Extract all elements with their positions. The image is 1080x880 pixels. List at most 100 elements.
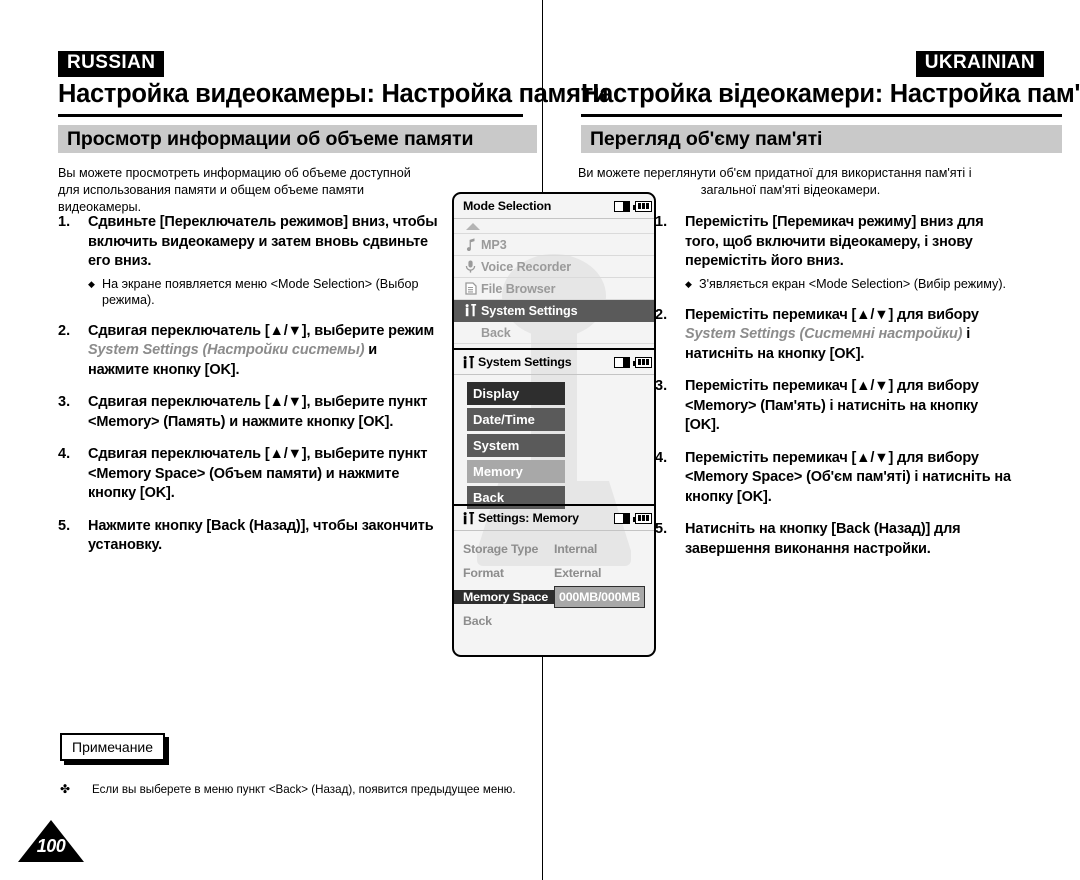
step-item: 5. Нажмите кнопку [Back (Назад)], чтобы з…: [58, 517, 438, 556]
lcd-title-bar: System Settings: [454, 350, 654, 375]
lcd-menu-item[interactable]: System Settings: [454, 300, 654, 322]
lcd-menu-button-label: Date/Time: [473, 412, 535, 427]
lcd-menu-item[interactable]: Voice Recorder: [454, 256, 654, 278]
tools-icon: [465, 304, 477, 317]
step-item: 4. Перемістіть перемикач [▲/▼] для вибору…: [655, 449, 1015, 508]
tools-icon: [463, 355, 475, 369]
page-title-ukrainian: Настройка відеокамери: Настройка пам'яті: [581, 80, 1080, 108]
step-item: 1. Перемістіть [Перемикач режиму] вниз дл…: [655, 213, 1015, 293]
lcd-setting-row[interactable]: Storage Type Internal: [454, 537, 654, 561]
step-text-part-a: Перемістіть перемикач [▲/▼] для вибору <…: [685, 449, 1011, 505]
lcd-setting-row[interactable]: Format External: [454, 561, 654, 585]
lcd-menu-button-label: Memory: [473, 464, 523, 479]
lcd-screen-system-settings: System Settings Display Date/Time System Mem…: [454, 350, 654, 509]
lcd-title-bar: Settings: Memory: [454, 506, 654, 531]
section-heading-ukrainian: Перегляд об'єму пам'яті: [581, 125, 1062, 153]
step-text-part-a: Сдвигая переключатель [▲/▼], выберите пу…: [88, 446, 428, 501]
lcd-title-text: Settings: Memory: [478, 511, 579, 525]
music-note-icon: [463, 238, 478, 251]
step-text: Натисніть на кнопку [Back (Назад)] для з…: [685, 520, 1015, 559]
lcd-title: Mode Selection: [463, 199, 551, 213]
step-text-part-a: Перемістіть перемикач [▲/▼] для вибору: [685, 306, 979, 323]
step-item: 1. Сдвиньте [Переключатель режимов] вниз,…: [58, 213, 438, 309]
intro-paragraph-russian: Вы можете просмотреть информацию об объе…: [58, 166, 411, 214]
step-sub-note-text: На экране появляется меню <Mode Selectio…: [102, 276, 419, 308]
lcd-menu-button[interactable]: Memory: [467, 460, 565, 483]
lcd-menu-item[interactable]: File Browser: [454, 278, 654, 300]
step-text-part-a: Сдвигая переключатель [▲/▼], выберите пу…: [88, 394, 428, 430]
lcd-menu-item-label: Back: [481, 325, 511, 340]
step-number: 5.: [58, 517, 71, 534]
language-tag-russian: RUSSIAN: [58, 51, 165, 77]
lcd-menu-button[interactable]: System: [467, 434, 565, 457]
music-note-icon: [465, 238, 476, 251]
lcd-menu-item[interactable]: Back: [454, 322, 654, 344]
step-sub-note: ◆ З'являється екран <Mode Selection> (Виб…: [685, 276, 1015, 293]
note-label-russian: Примечание: [72, 739, 154, 755]
section-heading-label-ukrainian: Перегляд об'єму пам'яті: [590, 127, 823, 150]
lcd-panel: Mode Selection MP3 Voice Recorder File Brow…: [452, 192, 656, 657]
step-text: Перемістіть [Перемикач режиму] вниз для …: [685, 213, 1015, 293]
step-number: 3.: [655, 378, 668, 394]
steps-list-russian: 1. Сдвиньте [Переключатель режимов] вниз,…: [58, 213, 438, 569]
step-number: 5.: [655, 521, 668, 537]
note-bullet-icon-russian: ✤: [60, 782, 71, 796]
page-number-badge: 100: [18, 820, 84, 862]
step-item: 3. Перемістіть перемикач [▲/▼] для вибору…: [655, 377, 1015, 436]
step-text-emphasis: System Settings (Системні настройки): [685, 326, 963, 342]
battery-icon: [633, 200, 652, 212]
language-tag-ukrainian: UKRAINIAN: [915, 51, 1044, 77]
step-text: Сдвиньте [Переключатель режимов] вниз, ч…: [88, 213, 438, 309]
section-heading-label-russian: Просмотр информации об объеме памяти: [67, 127, 474, 150]
lcd-menu-button[interactable]: Display: [467, 382, 565, 405]
scroll-up-arrow-icon[interactable]: [454, 219, 654, 234]
step-text: Сдвигая переключатель [▲/▼], выберите пу…: [88, 445, 438, 504]
note-label-box-russian: Примечание: [60, 733, 166, 761]
memory-card-icon: [614, 200, 630, 212]
note-body-text-russian: Если вы выберете в меню пункт <Back> (На…: [92, 783, 516, 796]
page-number: 100: [36, 836, 66, 856]
lcd-screen-settings-memory: Settings: Memory Storage Type Internal Form…: [454, 506, 654, 655]
tools-icon: [463, 304, 478, 317]
tools-icon: [463, 511, 475, 525]
document-icon: [463, 282, 478, 295]
step-item: 5. Натисніть на кнопку [Back (Назад)] для…: [655, 520, 1015, 559]
battery-icon: [633, 356, 652, 368]
lcd-status-icons: [614, 512, 652, 524]
title-underline-russian: [58, 114, 523, 117]
lcd-status-icons: [614, 200, 652, 212]
lcd-menu-button-label: Back: [473, 490, 505, 505]
step-text: Перемістіть перемикач [▲/▼] для вибору <…: [685, 449, 1015, 508]
page-title-russian: Настройка видеокамеры: Настройка памяти: [58, 80, 609, 108]
lcd-setting-row[interactable]: Memory Space 000MB/000MB: [454, 585, 654, 609]
microphone-icon: [465, 260, 476, 273]
lcd-title-text: Mode Selection: [463, 199, 552, 213]
step-number: 3.: [58, 394, 71, 410]
lcd-status-icons: [614, 356, 652, 368]
microphone-icon: [463, 260, 478, 273]
step-text: Перемістіть перемикач [▲/▼] для вибору <…: [685, 377, 1015, 436]
lcd-setting-row[interactable]: Back: [454, 609, 654, 633]
step-number: 1.: [655, 214, 668, 230]
diamond-bullet-icon: ◆: [88, 278, 95, 289]
lcd-setting-value: External: [554, 566, 602, 580]
lcd-setting-key: Storage Type: [463, 542, 539, 556]
step-item: 4. Сдвигая переключатель [▲/▼], выберите …: [58, 445, 438, 504]
lcd-menu-item[interactable]: MP3: [454, 234, 654, 256]
memory-card-icon: [614, 512, 630, 524]
lcd-screen-mode-selection: Mode Selection MP3 Voice Recorder File Brow…: [454, 194, 654, 348]
step-item: 2. Сдвигая переключатель [▲/▼], выберите …: [58, 322, 438, 381]
step-text-part-a: Перемістіть [Перемикач режиму] вниз для …: [685, 214, 984, 269]
title-underline-ukrainian: [581, 114, 1062, 117]
step-text-part-a: Нажмите кнопку [Back (Назад)], чтобы зак…: [88, 517, 434, 554]
lcd-menu-button-label: Display: [473, 386, 520, 401]
lcd-menu-button[interactable]: Date/Time: [467, 408, 565, 431]
step-sub-note-text: З'являється екран <Mode Selection> (Вибі…: [699, 276, 1007, 291]
step-number: 4.: [58, 446, 71, 462]
intro-line1-ukrainian: Ви можете переглянути об'єм придатної дл…: [578, 166, 972, 180]
step-text: Сдвигая переключатель [▲/▼], выберите пу…: [88, 393, 438, 432]
step-text: Нажмите кнопку [Back (Назад)], чтобы зак…: [88, 517, 438, 556]
steps-list-ukrainian: 1. Перемістіть [Перемикач режиму] вниз дл…: [655, 213, 1015, 572]
note-body-russian: ✤ Если вы выберете в меню пункт <Back> (…: [60, 782, 530, 797]
lcd-title: Settings: Memory: [463, 511, 579, 525]
